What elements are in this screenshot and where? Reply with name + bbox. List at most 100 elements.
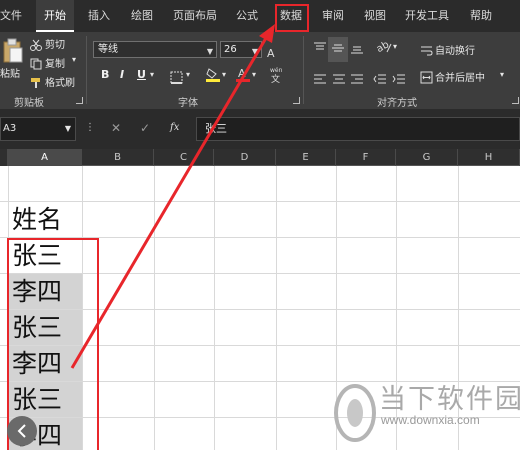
formula-gap [0, 141, 520, 149]
svg-text:A: A [267, 47, 275, 58]
column-headers: A B C D E F G H [0, 149, 520, 166]
increase-font-size-icon[interactable]: A [267, 43, 279, 62]
wrap-text-icon [420, 42, 433, 61]
align-middle-icon[interactable] [328, 37, 348, 62]
name-box-value: A3 [3, 123, 17, 134]
tab-file[interactable]: 文件 [0, 0, 22, 32]
merge-center-button[interactable]: 合并后居中 [435, 69, 485, 84]
decrease-indent-icon[interactable] [373, 70, 387, 89]
svg-text:wén: wén [270, 67, 283, 74]
wrap-text-button[interactable]: 自动换行 [435, 42, 475, 57]
grid-line [154, 166, 155, 450]
enter-icon[interactable]: ✓ [140, 121, 150, 135]
font-color-icon[interactable]: A [236, 67, 250, 86]
group-separator [303, 36, 304, 104]
increase-indent-icon[interactable] [392, 70, 406, 89]
watermark-url: www.downxia.com [381, 413, 480, 427]
font-name-value: 等线 [98, 44, 118, 55]
cut-button[interactable]: 剪切 [45, 36, 65, 51]
copy-button[interactable]: 复制 [45, 55, 65, 70]
clipboard-launcher-icon[interactable] [76, 97, 83, 104]
ribbon-tab-bar: 文件 开始 插入 绘图 页面布局 公式 数据 审阅 视图 开发工具 帮助 [0, 0, 520, 32]
tab-view[interactable]: 视图 [364, 0, 386, 32]
alignment-group-label: 对齐方式 [377, 98, 417, 109]
column-header-e[interactable]: E [276, 149, 336, 166]
group-separator [86, 36, 87, 104]
tab-insert[interactable]: 插入 [88, 0, 110, 32]
chevron-down-icon: ▼ [206, 47, 213, 56]
tab-page-layout[interactable]: 页面布局 [173, 0, 217, 32]
align-right-icon[interactable] [350, 70, 364, 89]
align-center-icon[interactable] [332, 70, 346, 89]
chevron-down-icon: ▼ [64, 124, 71, 133]
grid-line [214, 166, 215, 450]
orientation-icon[interactable]: ab [375, 38, 392, 58]
cancel-icon[interactable]: ✕ [111, 121, 121, 135]
column-header-b[interactable]: B [82, 149, 154, 166]
tab-home[interactable]: 开始 [36, 0, 74, 32]
tab-draw[interactable]: 绘图 [131, 0, 153, 32]
fill-color-dropdown-arrow-icon[interactable]: ▾ [222, 70, 226, 79]
align-top-icon[interactable] [313, 40, 327, 59]
tab-formulas[interactable]: 公式 [236, 0, 258, 32]
font-group-label: 字体 [178, 98, 198, 109]
font-name-select[interactable]: 等线 ▼ [93, 41, 217, 58]
back-button[interactable] [7, 416, 37, 446]
borders-dropdown-arrow-icon[interactable]: ▾ [186, 70, 190, 79]
watermark: 当下软件园 www.downxia.com [333, 375, 520, 450]
svg-text:A: A [238, 67, 246, 80]
paste-button[interactable] [2, 38, 24, 68]
ribbon-gap [0, 109, 520, 117]
chevron-left-icon [17, 424, 26, 438]
formula-content: 张三 [205, 122, 227, 135]
cut-icon [30, 36, 42, 55]
formula-input[interactable]: 张三 [196, 117, 520, 141]
ribbon-panel: 粘贴 剪切 复制 ▾ 格式刷 剪贴板 等线 ▼ 26 ▼ A B I U ▾ ▾… [0, 32, 520, 109]
align-left-icon[interactable] [313, 70, 327, 89]
merge-center-icon [420, 69, 433, 88]
column-header-d[interactable]: D [214, 149, 276, 166]
merge-dropdown-arrow-icon[interactable]: ▾ [500, 70, 504, 79]
insert-function-button[interactable]: fx [170, 122, 179, 133]
grid-line [276, 166, 277, 450]
copy-icon [30, 55, 42, 74]
orientation-dropdown-arrow-icon[interactable]: ▾ [393, 42, 397, 51]
watermark-logo-icon [334, 384, 376, 442]
font-launcher-icon[interactable] [293, 97, 300, 104]
format-painter-icon [30, 74, 42, 93]
more-icon[interactable]: ⋮ [85, 122, 95, 133]
formula-bar: A3 ▼ ⋮ ✕ ✓ fx 张三 [0, 117, 520, 141]
data-tab-highlight-box [275, 4, 309, 32]
paste-icon [3, 38, 23, 63]
bold-button[interactable]: B [101, 68, 109, 81]
column-header-g[interactable]: G [396, 149, 458, 166]
column-header-c[interactable]: C [154, 149, 214, 166]
column-header-f[interactable]: F [336, 149, 396, 166]
watermark-brand: 当下软件园 [379, 384, 520, 415]
font-color-dropdown-arrow-icon[interactable]: ▾ [252, 70, 256, 79]
underline-button[interactable]: U [137, 68, 146, 81]
cell-a2-header[interactable]: 姓名 [8, 202, 82, 237]
tab-developer[interactable]: 开发工具 [405, 0, 449, 32]
chevron-down-icon: ▼ [251, 47, 258, 56]
clipboard-group-label: 剪贴板 [14, 98, 44, 109]
underline-dropdown-arrow-icon[interactable]: ▾ [150, 70, 154, 79]
paste-label: 粘贴 [0, 69, 20, 80]
select-all-corner[interactable] [0, 149, 8, 166]
column-header-a[interactable]: A [8, 149, 82, 166]
italic-button[interactable]: I [120, 68, 124, 81]
borders-icon[interactable] [170, 69, 183, 88]
tab-review[interactable]: 审阅 [322, 0, 344, 32]
align-bottom-icon[interactable] [350, 40, 364, 59]
svg-text:文: 文 [271, 73, 280, 83]
svg-text:ab: ab [376, 39, 391, 54]
column-header-h[interactable]: H [458, 149, 520, 166]
copy-dropdown-arrow-icon[interactable]: ▾ [72, 55, 76, 64]
fill-color-icon[interactable] [206, 67, 220, 86]
phonetic-guide-icon[interactable]: wén 文 [268, 65, 286, 87]
alignment-launcher-icon[interactable] [512, 97, 519, 104]
tab-help[interactable]: 帮助 [470, 0, 492, 32]
font-size-select[interactable]: 26 ▼ [220, 41, 262, 58]
format-painter-button[interactable]: 格式刷 [45, 74, 75, 89]
name-box[interactable]: A3 ▼ [0, 117, 76, 141]
